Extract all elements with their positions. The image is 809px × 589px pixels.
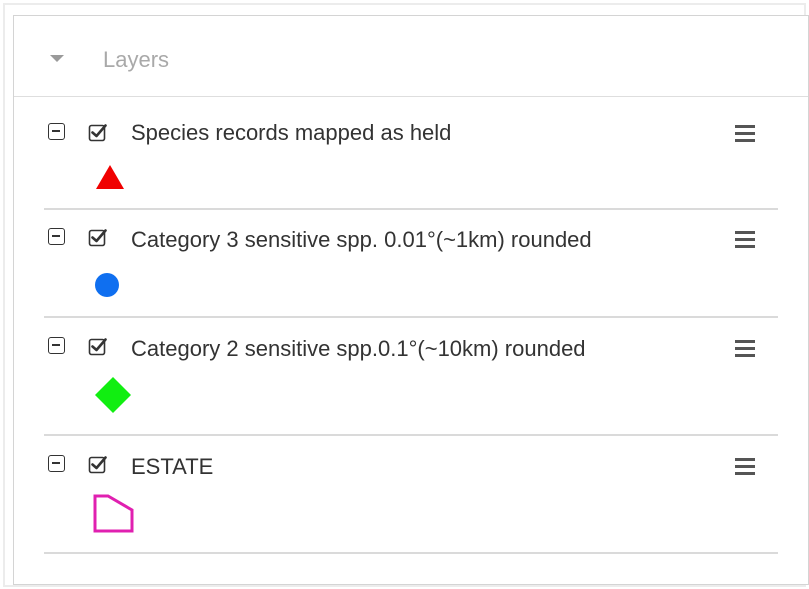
- checkbox-checked-icon[interactable]: [88, 122, 108, 142]
- circle-legend-icon: [95, 273, 119, 297]
- diamond-legend-icon: [95, 377, 131, 413]
- layer-menu-icon[interactable]: [734, 457, 756, 475]
- collapse-layer-icon[interactable]: [48, 123, 65, 140]
- layer-name: Category 3 sensitive spp. 0.01°(~1km) ro…: [131, 227, 592, 252]
- layer-item-species-records: Species records mapped as held: [44, 114, 778, 210]
- layer-item-estate: ESTATE: [44, 436, 778, 554]
- layer-name: Category 2 sensitive spp.0.1°(~10km) rou…: [131, 336, 586, 361]
- layer-menu-icon[interactable]: [734, 124, 756, 142]
- layer-item-category-2: Category 2 sensitive spp.0.1°(~10km) rou…: [44, 318, 778, 436]
- caret-down-icon[interactable]: [50, 55, 64, 62]
- layers-panel: Layers Species records mapped as held Ca…: [13, 15, 809, 585]
- collapse-layer-icon[interactable]: [48, 228, 65, 245]
- checkbox-checked-icon[interactable]: [88, 227, 108, 247]
- layer-name: Species records mapped as held: [131, 120, 452, 145]
- panel-title: Layers: [103, 47, 170, 72]
- collapse-layer-icon[interactable]: [48, 455, 65, 472]
- checkbox-checked-icon[interactable]: [88, 336, 108, 356]
- checkbox-checked-icon[interactable]: [88, 454, 108, 474]
- collapse-layer-icon[interactable]: [48, 337, 65, 354]
- layer-menu-icon[interactable]: [734, 230, 756, 248]
- triangle-legend-icon: [96, 165, 124, 189]
- polygon-outline-legend-icon: [93, 494, 134, 533]
- layers-panel-header[interactable]: Layers: [14, 16, 808, 97]
- layer-name: ESTATE: [131, 454, 214, 479]
- layer-item-category-3: Category 3 sensitive spp. 0.01°(~1km) ro…: [44, 210, 778, 318]
- layer-menu-icon[interactable]: [734, 339, 756, 357]
